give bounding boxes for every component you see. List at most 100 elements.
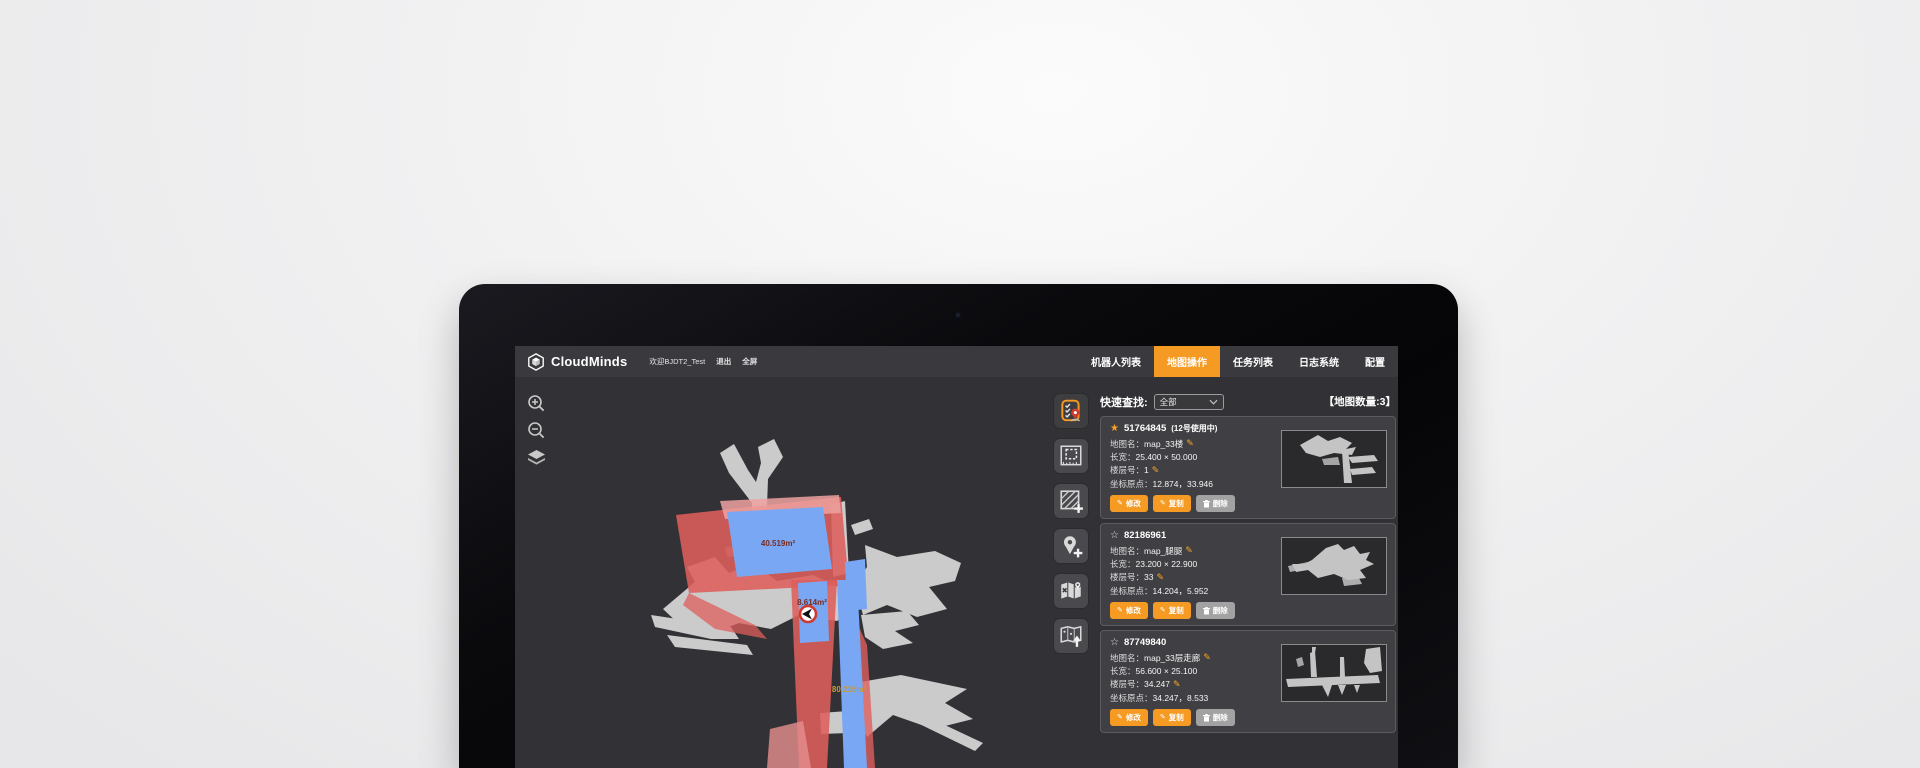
field-label: 楼层号： [1110,571,1144,583]
map-thumbnail [1281,644,1387,702]
map-filter-select[interactable]: 全部 [1154,394,1224,410]
edit-map-button[interactable]: ✎修改 [1110,495,1148,512]
tool-add-poi[interactable] [1053,528,1089,564]
field-value: 1 [1144,465,1149,475]
field-value: 14.204，5.952 [1153,585,1209,597]
brand: CloudMinds [515,346,627,377]
field-value: 34.247，8.533 [1153,692,1209,704]
quick-find-row: 快速查找: 全部 【地图数量:3】 [1100,393,1396,410]
field-label: 地图名： [1110,545,1144,557]
zoom-out-button[interactable] [527,421,546,440]
tool-area-measure[interactable] [1053,438,1089,474]
edit-pencil-icon[interactable]: ✎ [1173,680,1181,689]
edit-pencil-icon[interactable]: ✎ [1156,573,1164,582]
map-in-use-badge: (12号使用中) [1171,423,1217,434]
map-id: 82186961 [1124,530,1166,541]
pencil-icon: ✎ [1160,607,1166,614]
area-measure-icon [1058,443,1084,469]
delete-map-button[interactable]: 删除 [1196,709,1235,726]
map-thumbnail [1281,537,1387,595]
card-actions: ✎修改 ✎复制 删除 [1110,709,1235,726]
map-canvas[interactable]: 40.519m² 8.614m² 80.215m² [515,377,1098,768]
field-value: map_33楼 [1144,438,1183,450]
tab-robot-list[interactable]: 机器人列表 [1078,346,1154,377]
layers-icon [527,450,546,465]
tool-poi-task-list[interactable] [1053,393,1089,429]
tool-map-upload[interactable] [1053,618,1089,654]
edit-map-button[interactable]: ✎修改 [1110,602,1148,619]
fullscreen-link[interactable]: 全屏 [742,356,757,367]
tool-add-virtual-wall[interactable] [1053,483,1089,519]
zoom-in-button[interactable] [527,394,546,413]
zone3-area-label: 80.215m² [832,685,867,694]
field-value: 12.874，33.946 [1153,478,1214,490]
trash-icon [1203,500,1210,508]
tab-config[interactable]: 配置 [1352,346,1398,377]
pencil-icon: ✎ [1117,500,1123,507]
copy-map-button[interactable]: ✎复制 [1153,495,1191,512]
tool-map-annotation[interactable] [1053,573,1089,609]
map-upload-icon [1058,623,1084,649]
welcome-area: 欢迎BJDT2_Test 退出 全屏 [649,346,757,377]
card-fields: 地图名：map_33层走廊✎ 长宽：56.600 × 25.100 楼层号：34… [1110,651,1282,705]
card-fields: 地图名：map_33楼✎ 长宽：25.400 × 50.000 楼层号：1✎ 坐… [1110,437,1282,491]
map-filter-selected: 全部 [1160,396,1177,408]
edit-pencil-icon[interactable]: ✎ [1152,466,1160,475]
add-poi-icon [1058,533,1084,559]
trash-icon [1203,714,1210,722]
pencil-icon: ✎ [1117,607,1123,614]
webcam-icon [955,312,961,318]
field-label: 长宽： [1110,558,1136,570]
field-value: 56.600 × 25.100 [1136,666,1198,676]
tab-log-system[interactable]: 日志系统 [1286,346,1352,377]
edit-pencil-icon[interactable]: ✎ [1185,546,1193,555]
field-label: 坐标原点： [1110,585,1153,597]
field-label: 坐标原点： [1110,692,1153,704]
field-label: 长宽： [1110,451,1136,463]
star-outline-icon[interactable]: ☆ [1110,638,1119,648]
layers-button[interactable] [527,448,546,467]
copy-map-button[interactable]: ✎复制 [1153,602,1191,619]
field-value: 23.200 × 22.900 [1136,559,1198,569]
map-card[interactable]: ★ 51764845 (12号使用中) 地图名：map_33楼✎ 长宽：25.4… [1100,416,1396,519]
edit-pencil-icon[interactable]: ✎ [1186,439,1194,448]
chevron-down-icon [1209,399,1218,405]
delete-map-button[interactable]: 删除 [1196,602,1235,619]
edit-pencil-icon[interactable]: ✎ [1203,653,1211,662]
robot-marker[interactable] [800,606,816,622]
card-actions: ✎修改 ✎复制 删除 [1110,495,1235,512]
map-tool-column [1053,393,1089,654]
field-label: 楼层号： [1110,464,1144,476]
map-thumbnail [1281,430,1387,488]
add-virtual-wall-icon [1058,488,1084,514]
edit-map-button[interactable]: ✎修改 [1110,709,1148,726]
zone1-area-label: 40.519m² [761,539,796,548]
copy-map-button[interactable]: ✎复制 [1153,709,1191,726]
welcome-text: 欢迎BJDT2_Test [649,356,705,367]
map-list-panel: 快速查找: 全部 【地图数量:3】 ★ 51764845 (12号使用中) [1100,393,1396,737]
map-count-text: 【地图数量:3】 [1324,394,1396,409]
tab-task-list[interactable]: 任务列表 [1220,346,1286,377]
pencil-icon: ✎ [1160,500,1166,507]
field-label: 长宽： [1110,665,1136,677]
star-icon[interactable]: ★ [1110,424,1119,434]
map-card[interactable]: ☆ 87749840 地图名：map_33层走廊✎ 长宽：56.600 × 25… [1100,630,1396,733]
tab-map-operation[interactable]: 地图操作 [1154,346,1220,377]
card-actions: ✎修改 ✎复制 删除 [1110,602,1235,619]
map-id: 87749840 [1124,637,1166,648]
star-outline-icon[interactable]: ☆ [1110,531,1119,541]
map-card[interactable]: ☆ 82186961 地图名：map_腿腿✎ 长宽：23.200 × 22.90… [1100,523,1396,626]
field-value: 34.247 [1144,679,1170,689]
logout-link[interactable]: 退出 [716,356,731,367]
cloudminds-logo-icon [527,353,545,371]
laptop-bezel: CloudMinds 欢迎BJDT2_Test 退出 全屏 机器人列表 地图操作… [459,284,1458,768]
delete-map-button[interactable]: 删除 [1196,495,1235,512]
navbar: CloudMinds 欢迎BJDT2_Test 退出 全屏 机器人列表 地图操作… [515,346,1398,377]
zoom-in-icon [527,394,546,413]
field-label: 楼层号： [1110,678,1144,690]
zone2-area-label: 8.614m² [797,598,827,607]
brand-name: CloudMinds [551,354,627,369]
field-value: map_腿腿 [1144,545,1182,557]
nav-tabs: 机器人列表 地图操作 任务列表 日志系统 配置 [1078,346,1398,377]
pencil-icon: ✎ [1160,714,1166,721]
